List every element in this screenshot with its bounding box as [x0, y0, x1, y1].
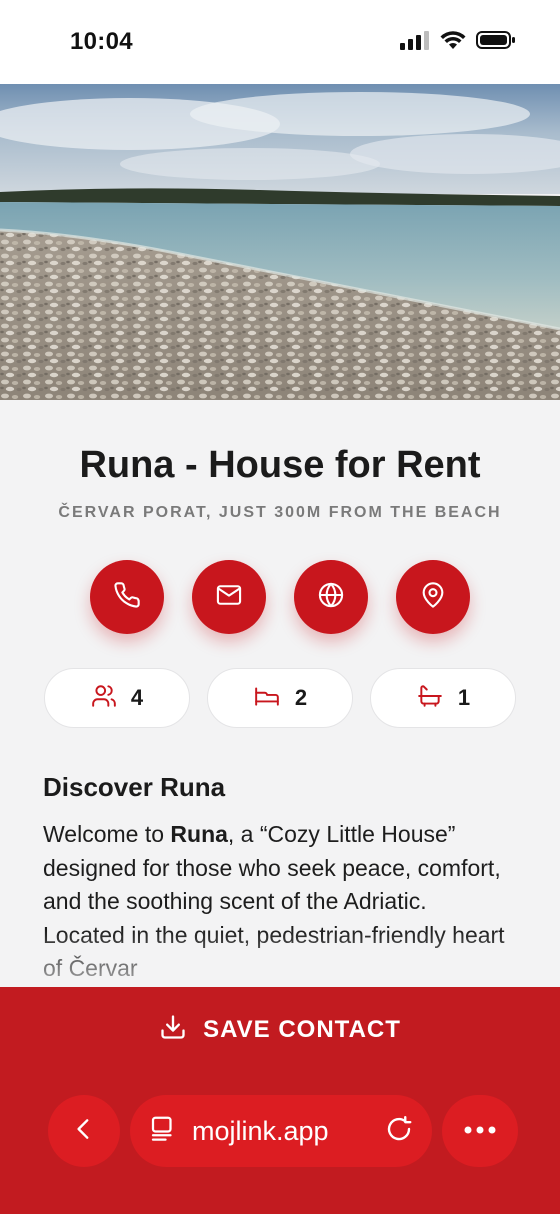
download-icon	[159, 1013, 187, 1046]
bathtub-icon	[416, 683, 444, 714]
bathrooms-count: 1	[457, 685, 471, 710]
status-time: 10:04	[70, 28, 133, 55]
bottom-bar: SAVE CONTACT mojlink.app	[0, 987, 560, 1214]
guests-count: 4	[130, 685, 144, 710]
address-bar[interactable]: mojlink.app	[130, 1095, 432, 1167]
ellipsis-icon	[462, 1122, 498, 1140]
status-bar: 10:04	[0, 0, 560, 84]
content-fade	[0, 930, 560, 990]
mail-icon	[215, 581, 243, 614]
chevron-left-icon	[71, 1114, 97, 1149]
status-icons	[400, 30, 516, 55]
bedrooms-stat: 2	[207, 668, 353, 728]
guests-icon	[91, 683, 117, 714]
wifi-icon	[440, 30, 466, 55]
call-button[interactable]	[90, 560, 164, 634]
bedrooms-count: 2	[294, 685, 308, 710]
listing-title: Runa - House for Rent	[79, 444, 481, 486]
location-pin-icon	[419, 581, 447, 614]
bed-icon	[253, 683, 281, 714]
reload-icon[interactable]	[384, 1114, 414, 1149]
listing-content: Runa - House for Rent ČERVAR PORAT, JUST…	[0, 400, 560, 990]
battery-icon	[476, 30, 516, 55]
reader-mode-icon[interactable]	[148, 1114, 178, 1149]
about-heading: Discover Runa	[43, 772, 226, 802]
browser-nav: mojlink.app	[48, 1095, 518, 1167]
listing-subtitle: ČERVAR PORAT, JUST 300M FROM THE BEACH	[58, 504, 502, 521]
save-contact-label: SAVE CONTACT	[203, 1015, 401, 1043]
about-text-bold: Runa	[170, 821, 228, 847]
more-options-button[interactable]	[442, 1095, 518, 1167]
property-stats: 4 2 1	[44, 668, 516, 728]
save-contact-button[interactable]: SAVE CONTACT	[0, 1013, 560, 1046]
globe-icon	[317, 581, 345, 614]
phone-icon	[113, 581, 141, 614]
website-button[interactable]	[294, 560, 368, 634]
contact-actions	[0, 560, 560, 634]
guests-stat: 4	[44, 668, 190, 728]
url-text: mojlink.app	[192, 1115, 329, 1146]
back-button[interactable]	[48, 1095, 120, 1167]
email-button[interactable]	[192, 560, 266, 634]
cellular-signal-icon	[400, 30, 430, 55]
bathrooms-stat: 1	[370, 668, 516, 728]
about-text-start: Welcome to	[43, 821, 171, 847]
hero-image	[0, 84, 560, 400]
map-location-button[interactable]	[396, 560, 470, 634]
